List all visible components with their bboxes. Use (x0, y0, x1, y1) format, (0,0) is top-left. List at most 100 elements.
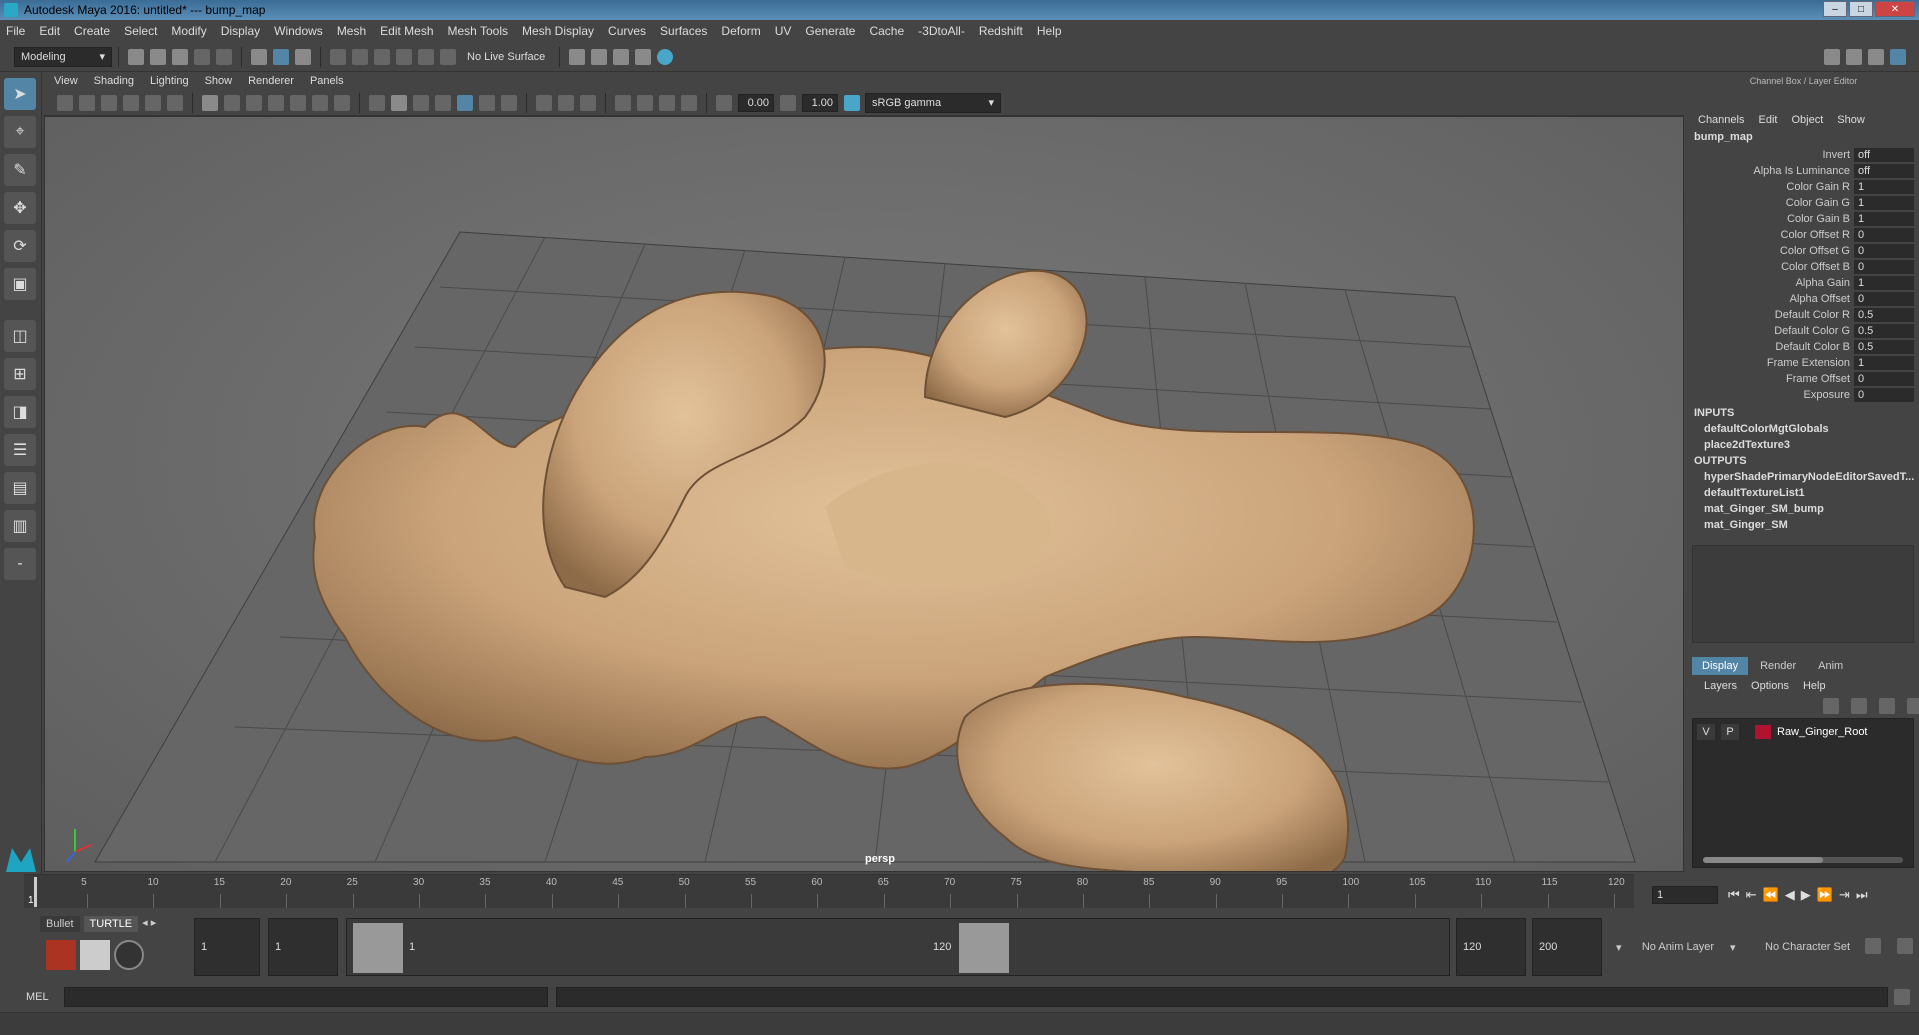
grease-pencil-icon[interactable] (167, 94, 183, 111)
output-node[interactable]: hyperShadePrimaryNodeEditorSavedT... (1704, 469, 1916, 485)
menu-generate[interactable]: Generate (805, 24, 855, 38)
new-empty-layer-icon[interactable] (1879, 698, 1895, 714)
menu-curves[interactable]: Curves (608, 24, 646, 38)
go-to-end-icon[interactable]: ⏭ (1856, 887, 1868, 903)
snap-curve-icon[interactable] (352, 48, 368, 65)
image-plane-icon[interactable] (123, 94, 139, 111)
mode-dropdown[interactable]: Modeling ▾ (14, 46, 112, 67)
snap-center-icon[interactable] (440, 48, 456, 65)
gate-mask-icon[interactable] (268, 94, 284, 111)
scale-tool-icon[interactable]: ▣ (4, 268, 36, 300)
layer-playback-toggle[interactable]: P (1721, 724, 1739, 740)
layer-visibility-toggle[interactable]: V (1697, 724, 1715, 740)
turtle-bake-icon[interactable] (80, 940, 110, 970)
input-node[interactable]: defaultColorMgtGlobals (1704, 421, 1916, 437)
backface-culling-icon[interactable] (681, 94, 697, 111)
gamma-field[interactable]: 1.00 (802, 93, 838, 112)
hypershade-icon[interactable] (657, 48, 674, 65)
attr-value[interactable]: 0 (1854, 260, 1914, 274)
menu-mesh-tools[interactable]: Mesh Tools (448, 24, 508, 38)
lasso-tool-icon[interactable]: ⌖ (4, 116, 36, 148)
command-language-label[interactable]: MEL (0, 991, 60, 1003)
range-slider[interactable]: 1 120 (346, 918, 1450, 976)
grid-toggle-icon[interactable] (202, 94, 218, 111)
shelf-tab-scroll-icon[interactable]: ◂ ▸ (142, 916, 156, 932)
single-pane-layout-icon[interactable]: ◫ (4, 320, 36, 352)
attr-row[interactable]: Color Gain B 1 (1688, 211, 1919, 227)
attr-row[interactable]: Default Color R 0.5 (1688, 307, 1919, 323)
tab-render[interactable]: Render (1750, 657, 1806, 675)
attr-value[interactable]: 1 (1854, 180, 1914, 194)
ipr-render-icon[interactable] (613, 48, 630, 65)
input-node[interactable]: place2dTexture3 (1704, 437, 1916, 453)
menu-deform[interactable]: Deform (721, 24, 760, 38)
step-forward-frame-icon[interactable]: ⏩ (1817, 887, 1833, 903)
film-gate-icon[interactable] (224, 94, 240, 111)
select-hierarchy-icon[interactable] (251, 48, 267, 65)
attr-row[interactable]: Default Color B 0.5 (1688, 339, 1919, 355)
animation-preferences-icon[interactable] (1897, 938, 1913, 954)
select-object-icon[interactable] (273, 48, 289, 65)
play-forward-icon[interactable]: ▶ (1801, 887, 1811, 903)
menu-create[interactable]: Create (74, 24, 110, 38)
paint-select-tool-icon[interactable]: ✎ (4, 154, 36, 186)
camera-select-icon[interactable] (57, 94, 73, 111)
output-node[interactable]: defaultTextureList1 (1704, 485, 1916, 501)
attr-row[interactable]: Frame Extension 1 (1688, 355, 1919, 371)
playback-start-field[interactable]: 1 (268, 918, 338, 976)
le-menu-options[interactable]: Options (1751, 680, 1789, 692)
vp-menu-show[interactable]: Show (205, 75, 233, 87)
time-slider[interactable]: 1 5 10 15 20 25 30 35 40 45 50 55 60 65 70 75 80 85 90 95 1… (24, 874, 1634, 908)
vp-menu-view[interactable]: View (54, 75, 78, 87)
redo-icon[interactable] (216, 48, 232, 65)
attr-value[interactable]: 1 (1854, 212, 1914, 226)
le-menu-help[interactable]: Help (1803, 680, 1826, 692)
menu-uv[interactable]: UV (775, 24, 792, 38)
xray-joints-icon[interactable] (659, 94, 675, 111)
maximize-button[interactable]: □ (1849, 1, 1873, 17)
move-tool-icon[interactable]: ✥ (4, 192, 36, 224)
motion-blur-icon[interactable] (536, 94, 552, 111)
attr-row[interactable]: Color Offset G 0 (1688, 243, 1919, 259)
xray-icon[interactable] (637, 94, 653, 111)
step-back-key-icon[interactable]: ⇤ (1746, 887, 1757, 903)
menu-mesh-display[interactable]: Mesh Display (522, 24, 594, 38)
attr-value[interactable]: 0 (1854, 372, 1914, 386)
menu-help[interactable]: Help (1037, 24, 1062, 38)
cb-menu-channels[interactable]: Channels (1698, 114, 1744, 126)
go-to-start-icon[interactable]: ⏮ (1728, 887, 1740, 903)
safe-action-icon[interactable] (312, 94, 328, 111)
layer-list-scrollbar[interactable] (1703, 857, 1903, 863)
close-button[interactable]: ✕ (1875, 1, 1915, 17)
textured-icon[interactable] (435, 94, 451, 111)
attr-value[interactable]: 0 (1854, 388, 1914, 402)
attr-value[interactable]: 1 (1854, 356, 1914, 370)
turtle-shader-icon[interactable] (114, 940, 144, 970)
range-end-handle[interactable] (959, 923, 1009, 973)
resolution-gate-icon[interactable] (246, 94, 262, 111)
range-start-handle[interactable] (353, 923, 403, 973)
live-surface-label[interactable]: No Live Surface (467, 51, 545, 63)
shelf-tab-turtle[interactable]: TURTLE (83, 916, 139, 932)
menu-redshift[interactable]: Redshift (979, 24, 1023, 38)
shelf-tab-bullet[interactable]: Bullet (40, 916, 80, 932)
snap-grid-icon[interactable] (330, 48, 346, 65)
attr-value[interactable]: 0.5 (1854, 308, 1914, 322)
playback-end-field[interactable]: 120 (1456, 918, 1526, 976)
gamma-icon[interactable] (780, 94, 796, 111)
undo-icon[interactable] (194, 48, 210, 65)
save-scene-icon[interactable] (172, 48, 188, 65)
attr-row[interactable]: Frame Offset 0 (1688, 371, 1919, 387)
attr-value[interactable]: 1 (1854, 196, 1914, 210)
anim-start-field[interactable]: 1 (194, 918, 260, 976)
new-scene-icon[interactable] (128, 48, 144, 65)
attr-row[interactable]: Color Offset B 0 (1688, 259, 1919, 275)
two-pane-layout-icon[interactable]: ◨ (4, 396, 36, 428)
attr-row[interactable]: Default Color G 0.5 (1688, 323, 1919, 339)
tab-anim[interactable]: Anim (1808, 657, 1853, 675)
turtle-render-icon[interactable] (46, 940, 76, 970)
new-layer-selected-icon[interactable] (1907, 698, 1919, 714)
open-scene-icon[interactable] (150, 48, 166, 65)
menu-select[interactable]: Select (124, 24, 157, 38)
attr-row[interactable]: Invert off (1688, 147, 1919, 163)
